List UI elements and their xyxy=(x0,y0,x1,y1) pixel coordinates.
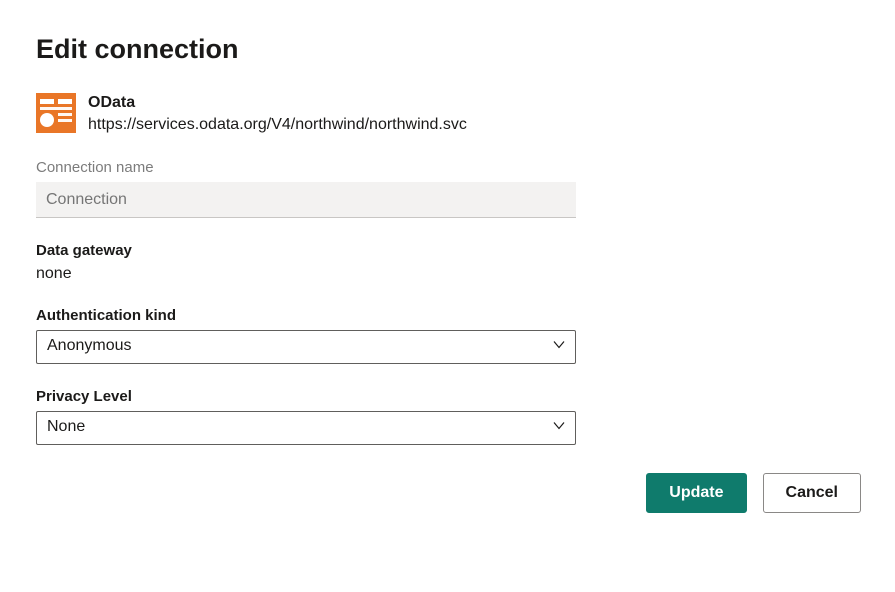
data-gateway-label: Data gateway xyxy=(36,242,576,259)
connector-name: OData xyxy=(88,93,467,114)
connector-info: OData https://services.odata.org/V4/nort… xyxy=(88,93,467,135)
authentication-kind-label: Authentication kind xyxy=(36,307,576,324)
data-gateway-group: Data gateway none xyxy=(36,242,576,283)
authentication-kind-select[interactable]: Anonymous xyxy=(36,330,576,364)
dialog-footer: Update Cancel xyxy=(36,473,861,513)
odata-icon xyxy=(36,93,76,133)
page-title: Edit connection xyxy=(36,34,859,65)
connection-name-group: Connection name xyxy=(36,159,576,218)
connector-header: OData https://services.odata.org/V4/nort… xyxy=(36,93,859,135)
privacy-level-label: Privacy Level xyxy=(36,388,576,405)
connection-name-label: Connection name xyxy=(36,159,576,176)
connector-url: https://services.odata.org/V4/northwind/… xyxy=(88,114,467,136)
data-gateway-value: none xyxy=(36,265,576,283)
connection-name-input[interactable] xyxy=(36,182,576,218)
privacy-level-group: Privacy Level None xyxy=(36,388,576,445)
cancel-button[interactable]: Cancel xyxy=(763,473,861,513)
authentication-kind-group: Authentication kind Anonymous xyxy=(36,307,576,364)
privacy-level-select[interactable]: None xyxy=(36,411,576,445)
update-button[interactable]: Update xyxy=(646,473,746,513)
